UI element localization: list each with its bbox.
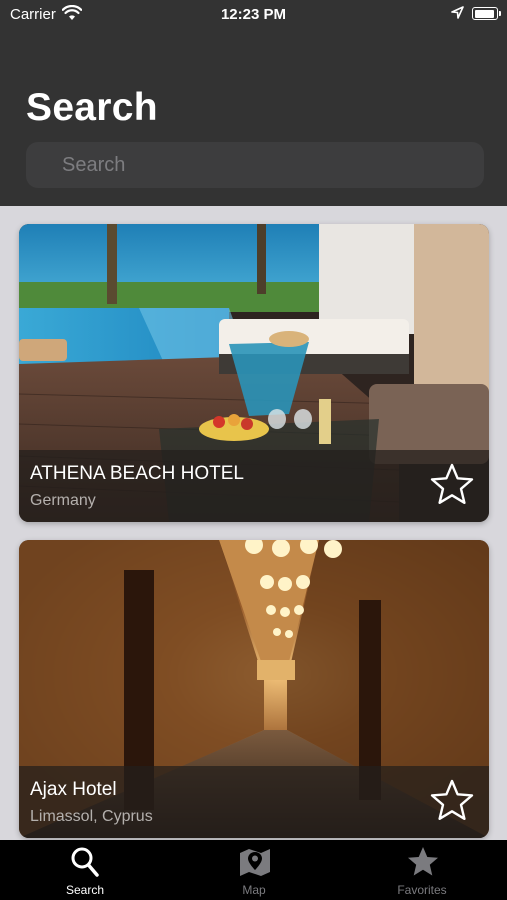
tab-label: Map — [242, 883, 266, 897]
search-icon — [71, 847, 99, 877]
header: Carrier 12:23 PM Search — [0, 0, 507, 206]
hotel-caption: Ajax Hotel Limassol, Cyprus — [19, 766, 489, 838]
tab-label: Search — [65, 883, 105, 897]
tab-bar: Search Map Favorites — [0, 840, 507, 900]
location-arrow-icon — [451, 6, 464, 19]
page-title: Search — [26, 86, 158, 129]
tab-map[interactable]: Map — [194, 840, 314, 900]
search-bar[interactable] — [26, 142, 484, 188]
favorite-star-icon[interactable] — [429, 778, 475, 824]
map-icon — [240, 849, 270, 876]
hotel-card[interactable]: Ajax Hotel Limassol, Cyprus — [19, 540, 489, 838]
tab-label: Favorites — [397, 883, 447, 897]
status-time: 12:23 PM — [220, 6, 287, 23]
hotel-card[interactable]: ATHENA BEACH HOTEL Germany — [19, 224, 489, 522]
search-input[interactable] — [26, 142, 484, 188]
tab-favorites[interactable]: Favorites — [362, 840, 482, 900]
hotel-caption: ATHENA BEACH HOTEL Germany — [19, 450, 489, 522]
battery-icon — [472, 7, 501, 20]
hotel-name: Ajax Hotel — [30, 779, 117, 800]
hotel-location: Germany — [30, 492, 96, 509]
favorite-star-icon[interactable] — [429, 462, 475, 508]
hotel-name: ATHENA BEACH HOTEL — [30, 463, 244, 484]
star-icon — [408, 847, 438, 876]
tab-search[interactable]: Search — [25, 840, 145, 900]
hotel-location: Limassol, Cyprus — [30, 808, 153, 825]
status-bar: Carrier 12:23 PM — [0, 0, 507, 28]
